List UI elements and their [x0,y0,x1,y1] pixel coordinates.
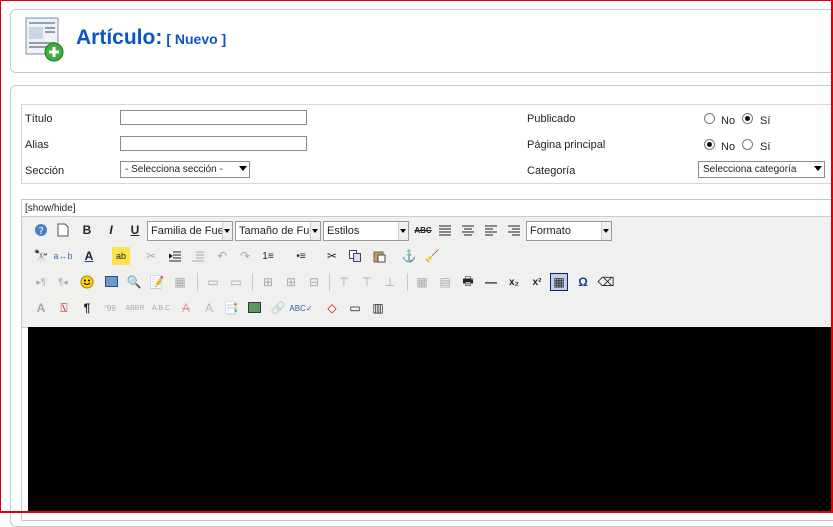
outer-frame [0,0,833,513]
